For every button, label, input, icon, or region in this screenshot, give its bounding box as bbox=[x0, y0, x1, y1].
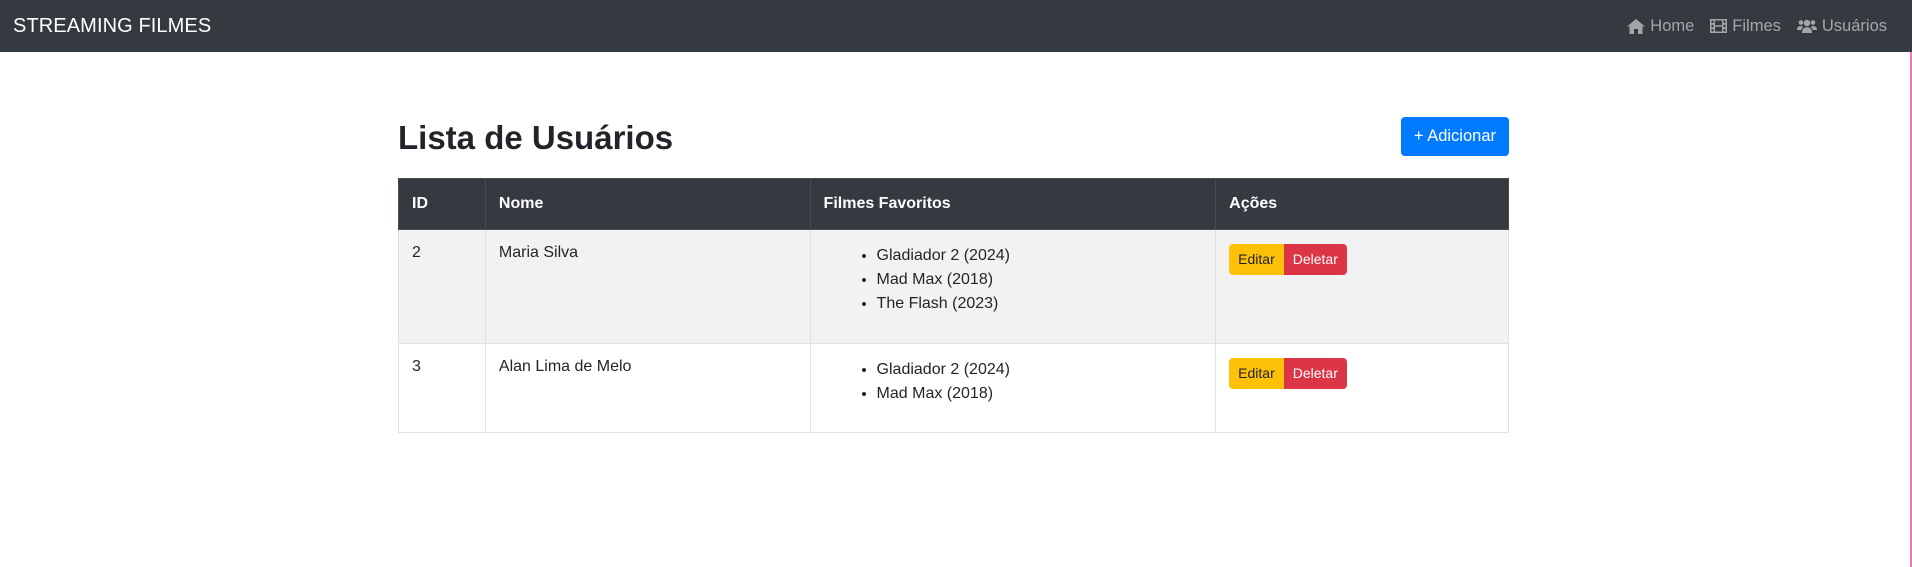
delete-button[interactable]: Deletar bbox=[1283, 358, 1347, 389]
delete-button[interactable]: Deletar bbox=[1283, 244, 1347, 275]
nav-link-usuarios-label: Usuários bbox=[1821, 16, 1887, 35]
page-title: Lista de Usuários bbox=[398, 119, 674, 156]
nav-link-filmes[interactable]: Filmes bbox=[1710, 17, 1781, 36]
list-item: Mad Max (2018) bbox=[877, 268, 1203, 292]
header-filmes-favoritos: Filmes Favoritos bbox=[809, 178, 1217, 230]
home-icon bbox=[1627, 18, 1646, 34]
header-acoes: Ações bbox=[1215, 178, 1509, 230]
row-actions: Editar Deletar bbox=[1229, 244, 1347, 275]
cell-nome: Maria Silva bbox=[484, 229, 811, 344]
cell-filmes: Gladiador 2 (2024) Mad Max (2018) bbox=[809, 343, 1217, 433]
favorite-films-list: Gladiador 2 (2024) Mad Max (2018) bbox=[824, 358, 1203, 406]
users-table: ID Nome Filmes Favoritos Ações 2 Maria S… bbox=[398, 178, 1509, 433]
table-header-row: ID Nome Filmes Favoritos Ações bbox=[398, 178, 1509, 230]
main-content: Lista de Usuários + Adicionar ID Nome Fi… bbox=[398, 116, 1509, 433]
nav-link-home[interactable]: Home bbox=[1627, 17, 1694, 36]
list-item: Gladiador 2 (2024) bbox=[877, 244, 1203, 268]
cell-acoes: Editar Deletar bbox=[1215, 343, 1509, 433]
header-nome: Nome bbox=[484, 178, 811, 230]
list-item: Gladiador 2 (2024) bbox=[877, 358, 1203, 382]
add-user-button[interactable]: + Adicionar bbox=[1400, 116, 1509, 156]
navbar-brand[interactable]: STREAMING FILMES bbox=[13, 15, 211, 38]
cell-id: 2 bbox=[398, 229, 486, 344]
users-icon bbox=[1796, 19, 1817, 33]
nav-link-home-label: Home bbox=[1650, 16, 1695, 35]
cell-id: 3 bbox=[398, 343, 486, 433]
table-row: 3 Alan Lima de Melo Gladiador 2 (2024) M… bbox=[398, 343, 1509, 433]
nav-link-usuarios[interactable]: Usuários bbox=[1796, 16, 1887, 36]
top-navbar: STREAMING FILMES Home Filmes Usuários bbox=[0, 0, 1912, 52]
page-header: Lista de Usuários + Adicionar bbox=[398, 116, 1509, 156]
favorite-films-list: Gladiador 2 (2024) Mad Max (2018) The Fl… bbox=[824, 244, 1203, 316]
nav-link-filmes-label: Filmes bbox=[1732, 16, 1781, 35]
cell-nome: Alan Lima de Melo bbox=[484, 343, 811, 433]
nav-links: Home Filmes Usuários bbox=[1627, 17, 1900, 36]
cell-filmes: Gladiador 2 (2024) Mad Max (2018) The Fl… bbox=[809, 229, 1217, 344]
cell-acoes: Editar Deletar bbox=[1215, 229, 1509, 344]
table-row: 2 Maria Silva Gladiador 2 (2024) Mad Max… bbox=[398, 229, 1509, 344]
list-item: Mad Max (2018) bbox=[877, 382, 1203, 406]
header-id: ID bbox=[398, 178, 486, 230]
edit-button[interactable]: Editar bbox=[1229, 244, 1284, 275]
film-icon bbox=[1710, 19, 1728, 33]
edit-button[interactable]: Editar bbox=[1229, 358, 1284, 389]
list-item: The Flash (2023) bbox=[877, 292, 1203, 316]
row-actions: Editar Deletar bbox=[1229, 358, 1347, 389]
